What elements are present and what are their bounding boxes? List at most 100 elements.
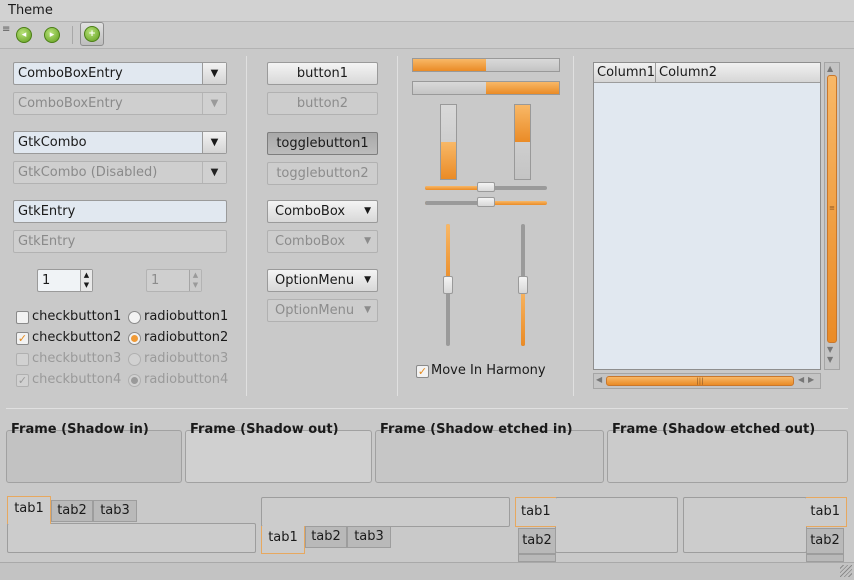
scroll-down-icon[interactable]: ▼ bbox=[827, 355, 833, 364]
menubar: Theme bbox=[0, 0, 854, 22]
checkbutton2-label[interactable]: checkbutton2 bbox=[32, 330, 121, 345]
optionmenu-text[interactable]: OptionMenu bbox=[275, 273, 354, 288]
check-icon[interactable]: ✓ bbox=[416, 365, 429, 378]
optionmenu[interactable]: OptionMenu ▼ bbox=[267, 269, 378, 292]
radiobutton3-circle bbox=[128, 353, 141, 366]
chevron-down-icon[interactable]: ▼ bbox=[202, 162, 226, 183]
gtkentry[interactable]: GtkEntry bbox=[13, 200, 227, 223]
toolbar-separator bbox=[72, 26, 73, 44]
notebook4-tab2[interactable]: tab2 bbox=[806, 528, 844, 554]
comboboxentry-text[interactable]: ComboBoxEntry bbox=[18, 66, 123, 81]
hscale1-slider[interactable] bbox=[477, 182, 495, 192]
frame-shadow-in-label: Frame (Shadow in) bbox=[11, 422, 149, 437]
radiobutton3-label: radiobutton3 bbox=[144, 351, 229, 366]
frame-shadow-out-label: Frame (Shadow out) bbox=[190, 422, 339, 437]
resize-grip-icon[interactable] bbox=[840, 565, 852, 577]
notebook2-tab2[interactable]: tab2 bbox=[305, 526, 347, 548]
notebook3-tab2[interactable]: tab2 bbox=[518, 528, 556, 554]
chevron-down-icon: ▼ bbox=[364, 206, 371, 216]
chevron-down-icon: ▼ bbox=[364, 275, 371, 285]
optionmenu-disabled: OptionMenu ▼ bbox=[267, 299, 378, 322]
combobox-disabled-text: ComboBox bbox=[275, 234, 346, 249]
horizontal-scrollbar[interactable]: ◀ ||| ◀ ▶ bbox=[593, 373, 821, 389]
go-first-icon[interactable]: ◂ bbox=[16, 27, 32, 43]
checkbutton4-label: checkbutton4 bbox=[32, 372, 122, 387]
scroll-left-icon[interactable]: ◀ bbox=[596, 375, 602, 384]
spinbutton[interactable]: 1 ▲ ▼ bbox=[37, 269, 93, 292]
radiobutton1-label[interactable]: radiobutton1 bbox=[144, 309, 228, 324]
add-button[interactable]: + bbox=[80, 22, 104, 46]
chevron-down-icon[interactable]: ▼ bbox=[202, 132, 226, 153]
radiobutton2-circle[interactable] bbox=[128, 332, 141, 345]
button2: button2 bbox=[267, 92, 378, 115]
check-icon[interactable]: ✓ bbox=[16, 332, 29, 345]
hscale1[interactable] bbox=[425, 182, 547, 194]
vertical-scrollbar[interactable]: ▲ ≡ ▼ ▼ bbox=[824, 62, 840, 370]
scrollbar-thumb[interactable]: ≡ bbox=[827, 75, 837, 343]
check-icon: ✓ bbox=[16, 374, 29, 387]
progress-fill bbox=[486, 82, 559, 94]
frame-etched-out bbox=[607, 430, 848, 483]
treeview[interactable]: Column1 Column2 bbox=[593, 62, 821, 370]
radiobutton2-label[interactable]: radiobutton2 bbox=[144, 330, 228, 345]
move-in-harmony-label[interactable]: Move In Harmony bbox=[431, 363, 546, 378]
chevron-down-icon[interactable]: ▼ bbox=[202, 63, 226, 84]
togglebutton1[interactable]: togglebutton1 bbox=[267, 132, 378, 155]
progress-fill bbox=[515, 105, 530, 142]
go-last-icon[interactable]: ▸ bbox=[44, 27, 60, 43]
vscale2-slider[interactable] bbox=[518, 276, 528, 294]
button1[interactable]: button1 bbox=[267, 62, 378, 85]
combobox-text[interactable]: ComboBox bbox=[275, 204, 345, 219]
notebook2-tab3[interactable]: tab3 bbox=[347, 526, 391, 548]
notebook2-tab1[interactable]: tab1 bbox=[261, 526, 305, 554]
chevron-down-icon: ▼ bbox=[202, 93, 226, 114]
notebook3-tab1[interactable]: tab1 bbox=[515, 497, 556, 527]
chevron-down-icon: ▼ bbox=[364, 236, 371, 246]
comboboxentry[interactable]: ComboBoxEntry ▼ bbox=[13, 62, 227, 85]
notebook1-tab1[interactable]: tab1 bbox=[7, 496, 51, 524]
frame-etched-out-label: Frame (Shadow etched out) bbox=[612, 422, 816, 437]
spinbutton-value[interactable]: 1 bbox=[42, 273, 50, 288]
hscale2-slider[interactable] bbox=[477, 197, 495, 207]
statusbar bbox=[0, 562, 854, 580]
vscale2-fill bbox=[521, 285, 525, 346]
scroll-up-icon[interactable]: ▲ bbox=[827, 64, 833, 73]
notebook1-tab3[interactable]: tab3 bbox=[93, 500, 137, 522]
scroll-down-icon[interactable]: ▼ bbox=[827, 345, 833, 354]
combobox[interactable]: ComboBox ▼ bbox=[267, 200, 378, 223]
spin-arrows-icon[interactable]: ▲ ▼ bbox=[80, 270, 92, 291]
optionmenu-disabled-text: OptionMenu bbox=[275, 303, 355, 318]
gtkentry-disabled: GtkEntry bbox=[13, 230, 227, 253]
comboboxentry-disabled-text: ComboBoxEntry bbox=[18, 96, 123, 111]
menu-theme[interactable]: Theme bbox=[8, 3, 53, 18]
gtkcombo-text[interactable]: GtkCombo bbox=[18, 135, 87, 150]
togglebutton2: togglebutton2 bbox=[267, 162, 378, 185]
treeview-header: Column1 Column2 bbox=[594, 63, 820, 83]
vscale1[interactable] bbox=[442, 224, 454, 346]
spinbutton-disabled-value: 1 bbox=[151, 273, 160, 288]
radiobutton1-circle[interactable] bbox=[128, 311, 141, 324]
column-header-1[interactable]: Column1 bbox=[594, 63, 656, 82]
notebook1-tab2[interactable]: tab2 bbox=[51, 500, 93, 522]
comboboxentry-disabled: ComboBoxEntry ▼ bbox=[13, 92, 227, 115]
frame-shadow-out bbox=[185, 430, 372, 483]
hscale2[interactable] bbox=[425, 197, 547, 209]
scroll-right-icon[interactable]: ▶ bbox=[808, 375, 814, 384]
gtkcombo-disabled: GtkCombo (Disabled) ▼ bbox=[13, 161, 227, 184]
checkbutton1-label[interactable]: checkbutton1 bbox=[32, 309, 121, 324]
progressbar-left bbox=[412, 58, 560, 72]
notebook4-tab1[interactable]: tab1 bbox=[806, 497, 847, 527]
separator bbox=[573, 56, 574, 396]
toolbar-grip-icon[interactable]: ≡ bbox=[2, 25, 10, 42]
scrollbar-thumb[interactable]: ||| bbox=[606, 376, 794, 386]
column-header-2[interactable]: Column2 bbox=[656, 63, 820, 82]
checkbutton1-box[interactable] bbox=[16, 311, 29, 324]
scroll-left-icon[interactable]: ◀ bbox=[798, 375, 804, 384]
notebook2-page bbox=[261, 497, 510, 527]
spin-arrows-icon: ▲ ▼ bbox=[189, 270, 201, 291]
gtkcombo[interactable]: GtkCombo ▼ bbox=[13, 131, 227, 154]
vscale1-slider[interactable] bbox=[443, 276, 453, 294]
vscale2[interactable] bbox=[517, 224, 529, 346]
notebook4-tab-stub bbox=[806, 554, 844, 562]
progressbar-vertical-top bbox=[514, 104, 531, 180]
